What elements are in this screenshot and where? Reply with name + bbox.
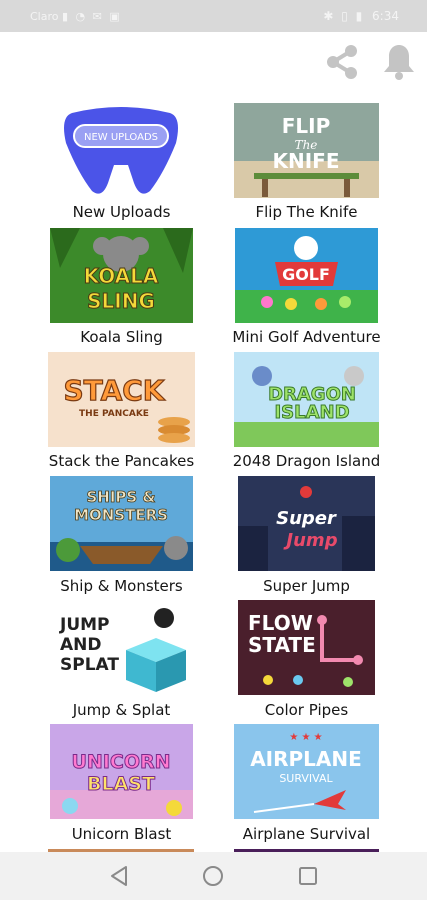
game-title: Airplane Survival	[242, 825, 371, 843]
game-title: Mini Golf Adventure	[232, 328, 381, 346]
svg-text:KNIFE: KNIFE	[272, 149, 339, 173]
svg-text:FLIP: FLIP	[282, 114, 331, 138]
svg-text:MONSTERS: MONSTERS	[74, 506, 168, 524]
home-circle-icon[interactable]	[197, 860, 229, 892]
svg-text:KOALA: KOALA	[84, 264, 159, 288]
svg-text:AIRPLANE: AIRPLANE	[250, 747, 362, 771]
game-title: Koala Sling	[80, 328, 163, 346]
svg-text:SHIPS &: SHIPS &	[86, 488, 155, 506]
game-title: Super Jump	[263, 577, 350, 595]
game-thumbnail: ★ ★ ★ AIRPLANE SURVIVAL	[234, 724, 379, 819]
game-title: New Uploads	[72, 203, 171, 221]
games-grid: NEW UPLOADS New Uploads FLIP The KNIFE F…	[0, 0, 427, 852]
svg-text:BLAST: BLAST	[87, 773, 155, 795]
svg-text:SLING: SLING	[87, 289, 155, 313]
svg-text:JUMP: JUMP	[59, 615, 110, 635]
svg-text:ISLAND: ISLAND	[274, 402, 349, 423]
svg-text:GOLF: GOLF	[282, 265, 330, 284]
svg-text:STACK: STACK	[63, 374, 165, 407]
svg-text:NEW UPLOADS: NEW UPLOADS	[84, 132, 158, 143]
svg-text:Jump: Jump	[283, 530, 337, 551]
game-title: Ship & Monsters	[60, 577, 183, 595]
recent-square-icon[interactable]	[292, 860, 324, 892]
svg-text:THE PANCAKE: THE PANCAKE	[79, 409, 149, 419]
game-thumbnail: UNICORN BLAST	[50, 724, 193, 819]
game-thumbnail: SHIPS & MONSTERS	[50, 476, 193, 571]
back-triangle-icon[interactable]	[104, 860, 136, 892]
game-title: Color Pipes	[264, 701, 349, 719]
game-title: Flip The Knife	[255, 203, 358, 221]
game-thumbnail: FLOW STATE	[238, 600, 375, 695]
svg-text:Super: Super	[276, 508, 337, 529]
game-thumbnail: Super Jump	[238, 476, 375, 571]
svg-text:AND: AND	[60, 635, 102, 655]
game-thumbnail: STACK THE PANCAKE	[48, 352, 195, 447]
svg-text:★ ★ ★: ★ ★ ★	[289, 732, 322, 743]
svg-text:STATE: STATE	[248, 633, 316, 657]
game-thumbnail: JUMP AND SPLAT	[56, 600, 187, 695]
svg-text:FLOW: FLOW	[248, 611, 313, 635]
game-title: Jump & Splat	[72, 701, 171, 719]
svg-text:SPLAT: SPLAT	[60, 655, 119, 675]
game-title: 2048 Dragon Island	[232, 452, 381, 470]
svg-text:UNICORN: UNICORN	[71, 751, 170, 773]
game-title: Stack the Pancakes	[48, 452, 195, 470]
svg-text:SURVIVAL: SURVIVAL	[279, 772, 333, 785]
game-title: Unicorn Blast	[71, 825, 172, 843]
system-navigation-bar	[0, 852, 427, 900]
game-thumbnail: GOLF	[235, 228, 378, 323]
game-thumbnail: KOALA SLING	[50, 228, 193, 323]
game-thumbnail: FLIP The KNIFE	[234, 103, 379, 198]
game-thumbnail: DRAGON ISLAND	[234, 352, 379, 447]
gamepad-icon: NEW UPLOADS	[50, 103, 193, 198]
